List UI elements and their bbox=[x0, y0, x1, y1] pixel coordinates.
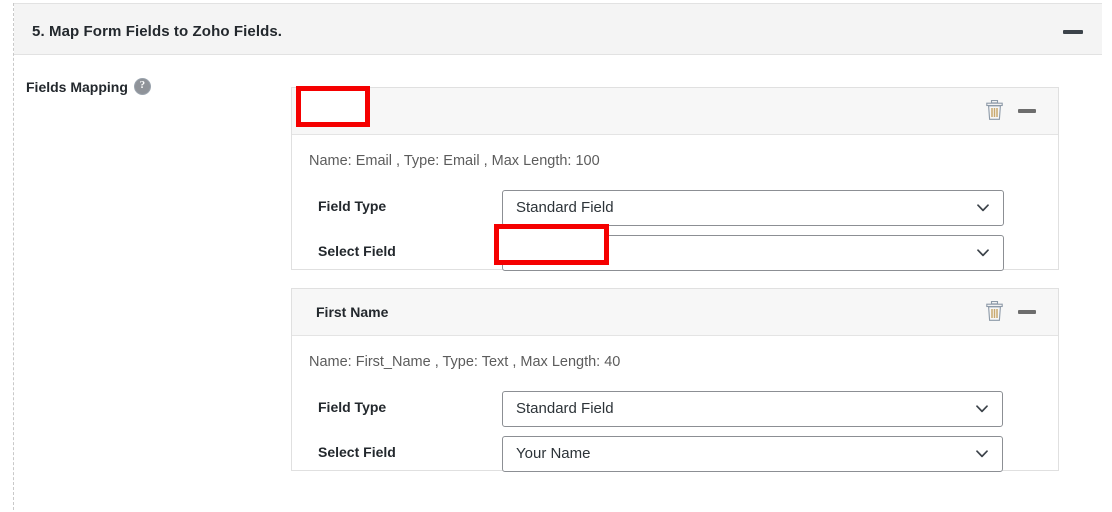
fields-mapping-text: Fields Mapping bbox=[26, 79, 128, 95]
select-field-select[interactable]: Your Email bbox=[502, 235, 1004, 271]
chevron-down-icon bbox=[977, 249, 989, 257]
card-actions bbox=[986, 301, 1036, 321]
minus-bar bbox=[1018, 310, 1036, 314]
fields-mapping-label: Fields Mapping? bbox=[26, 78, 151, 95]
field-mapping-card: First Name Name: First_Name , Type: Text … bbox=[291, 288, 1059, 471]
minus-bar bbox=[1018, 109, 1036, 113]
panel-collapse-toggle[interactable] bbox=[1062, 23, 1084, 39]
card-body: Name: First_Name , Type: Text , Max Leng… bbox=[292, 336, 1058, 471]
card-title: First Name bbox=[316, 304, 388, 320]
card-header: Email bbox=[292, 88, 1058, 135]
help-icon[interactable]: ? bbox=[134, 78, 151, 95]
field-meta-line: Name: Email , Type: Email , Max Length: … bbox=[309, 153, 600, 169]
mapping-row: Field Type Standard Field bbox=[292, 190, 1060, 226]
panel-header: 5. Map Form Fields to Zoho Fields. bbox=[14, 3, 1102, 55]
select-field-select[interactable]: Your Name bbox=[502, 436, 1003, 472]
select-field-label: Select Field bbox=[318, 243, 396, 259]
panel-body: Fields Mapping? Email Name: Email , Type:… bbox=[14, 55, 1102, 512]
fields-mapping-cards: Email Name: Email , Type: Email , Max Len… bbox=[291, 87, 1059, 489]
select-selected-value: Standard Field bbox=[516, 400, 614, 417]
field-type-label: Field Type bbox=[318, 399, 386, 415]
field-type-label: Field Type bbox=[318, 198, 386, 214]
trash-icon[interactable] bbox=[986, 100, 1003, 120]
card-title: Email bbox=[316, 103, 353, 119]
card-header: First Name bbox=[292, 289, 1058, 336]
card-actions bbox=[986, 100, 1036, 120]
screen: 5. Map Form Fields to Zoho Fields. Field… bbox=[0, 0, 1112, 512]
chevron-down-icon bbox=[976, 450, 988, 458]
mapping-row: Field Type Standard Field bbox=[292, 391, 1060, 427]
mapping-row: Select Field Your Name bbox=[292, 436, 1060, 472]
card-collapse-minus-icon[interactable] bbox=[1018, 101, 1036, 119]
page-title: 5. Map Form Fields to Zoho Fields. bbox=[32, 23, 282, 40]
help-glyph: ? bbox=[135, 78, 150, 92]
trash-icon[interactable] bbox=[986, 301, 1003, 321]
select-selected-value: Your Name bbox=[516, 445, 591, 462]
field-meta-line: Name: First_Name , Type: Text , Max Leng… bbox=[309, 354, 620, 370]
chevron-down-icon bbox=[977, 204, 989, 212]
metabox-panel: 5. Map Form Fields to Zoho Fields. Field… bbox=[13, 3, 1101, 512]
field-mapping-card: Email Name: Email , Type: Email , Max Len… bbox=[291, 87, 1059, 270]
card-body: Name: Email , Type: Email , Max Length: … bbox=[292, 135, 1058, 270]
field-type-select[interactable]: Standard Field bbox=[502, 391, 1003, 427]
select-selected-value: Standard Field bbox=[516, 199, 614, 216]
select-field-label: Select Field bbox=[318, 444, 396, 460]
card-collapse-minus-icon[interactable] bbox=[1018, 302, 1036, 320]
chevron-down-icon bbox=[976, 405, 988, 413]
mapping-row: Select Field Your Email bbox=[292, 235, 1060, 271]
select-selected-value: Your Email bbox=[516, 244, 588, 261]
field-type-select[interactable]: Standard Field bbox=[502, 190, 1004, 226]
minus-icon bbox=[1063, 30, 1083, 34]
